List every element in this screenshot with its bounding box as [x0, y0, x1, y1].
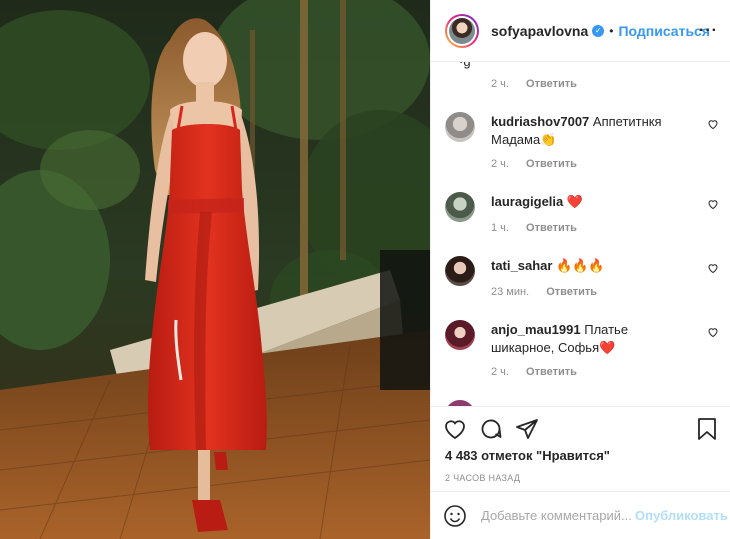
comment-body: anjo_mau1991 Платье шикарное, Софья❤️: [491, 321, 691, 357]
comment-body: tati_sahar 🔥🔥🔥: [491, 257, 691, 275]
save-bookmark-icon[interactable]: [696, 417, 718, 441]
comment-meta: 2 ч. Ответить: [491, 158, 577, 170]
comment-body: kudriashov7007 Аппетитнкя Мадама👏: [491, 113, 691, 149]
commenter-avatar[interactable]: [445, 320, 475, 350]
commenter-avatar[interactable]: [445, 192, 475, 222]
comment-body: lauragigelia ❤️: [491, 193, 691, 211]
comment-text: ❤️: [566, 194, 584, 209]
reply-button[interactable]: Ответить: [526, 158, 577, 170]
post-photo[interactable]: [0, 0, 430, 539]
author-username[interactable]: sofyapavlovna: [491, 23, 588, 39]
commenter-username[interactable]: anjo_mau1991: [491, 322, 581, 337]
like-comment-heart-icon[interactable]: [707, 326, 719, 338]
comment-meta: 2 ч. Ответить: [491, 366, 577, 378]
reply-button[interactable]: Ответить: [526, 366, 577, 378]
share-paper-plane-icon[interactable]: [515, 417, 539, 441]
comment-text-partial: ·g: [459, 62, 471, 69]
post-image: [0, 0, 430, 539]
comment-meta: 1 ч. Ответить: [491, 222, 577, 234]
commenter-avatar[interactable]: [445, 256, 475, 286]
comment-time: 2 ч.: [491, 366, 509, 378]
like-heart-icon[interactable]: [443, 417, 467, 441]
commenter-username[interactable]: tati_sahar: [491, 258, 552, 273]
separator-dot: •: [609, 23, 614, 38]
post-sidebar: sofyapavlovna ✓ • Подписаться ··· ·g 2 ч…: [430, 0, 730, 539]
comment-time: 2 ч.: [491, 158, 509, 170]
likes-count[interactable]: 4 483 отметок "Нравится": [445, 448, 610, 463]
author-avatar[interactable]: [445, 13, 479, 48]
comment-meta: 2 ч. Ответить: [491, 78, 577, 90]
commenter-username[interactable]: kudriashov7007: [491, 114, 589, 129]
comment-composer: Опубликовать: [431, 491, 730, 539]
reply-button[interactable]: Ответить: [526, 78, 577, 90]
commenter-username[interactable]: lauragigelia: [491, 194, 563, 209]
emoji-icon[interactable]: [443, 504, 467, 528]
comments-list[interactable]: ·g 2 ч. Ответить kudriashov7007 Аппетитн…: [431, 62, 730, 406]
like-comment-heart-icon[interactable]: [707, 262, 719, 274]
post-header: sofyapavlovna ✓ • Подписаться ···: [431, 0, 730, 62]
comment-time: 23 мин.: [491, 286, 530, 298]
reply-button[interactable]: Ответить: [526, 222, 577, 234]
comment-input[interactable]: [481, 508, 633, 523]
reply-button[interactable]: Ответить: [546, 286, 597, 298]
post-actions: 4 483 отметок "Нравится" 2 часов назад: [431, 406, 730, 491]
comment-time: 1 ч.: [491, 222, 509, 234]
like-comment-heart-icon[interactable]: [707, 198, 719, 210]
follow-button[interactable]: Подписаться: [618, 23, 710, 39]
verified-badge-icon: ✓: [592, 24, 605, 37]
like-comment-heart-icon[interactable]: [707, 118, 719, 130]
comment-bubble-icon[interactable]: [479, 417, 503, 441]
comment-meta: 23 мин. Ответить: [491, 286, 597, 298]
more-options-icon[interactable]: ···: [699, 22, 718, 40]
commenter-avatar[interactable]: [445, 112, 475, 142]
publish-button[interactable]: Опубликовать: [635, 508, 728, 523]
post-timestamp: 2 часов назад: [445, 473, 521, 483]
comment-time: 2 ч.: [491, 78, 509, 90]
comment-text: 🔥🔥🔥: [556, 258, 605, 273]
